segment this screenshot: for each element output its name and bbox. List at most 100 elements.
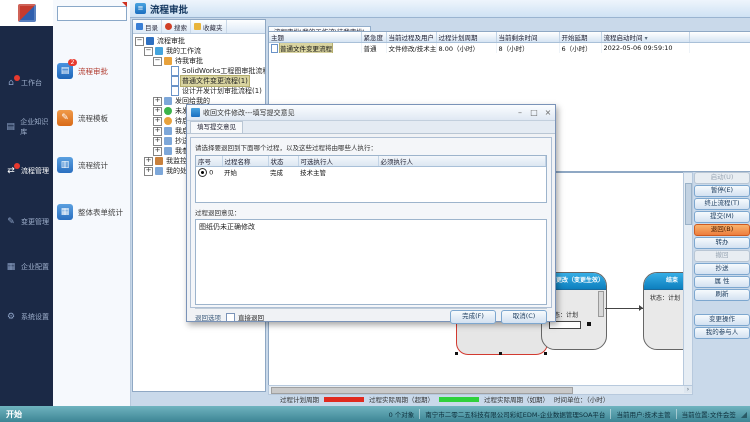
sidebar-item-process-management[interactable]: ⇄流程管理 (0, 154, 53, 188)
column-header-status[interactable]: 状态 (268, 156, 298, 167)
properties-button[interactable]: 属 性 (694, 276, 750, 288)
tree-item[interactable]: 设计开发计划审批流程(1) (133, 86, 265, 96)
dialog-instruction: 请选择要退回到下面哪个过程，以及这些过程将由哪些人执行： (195, 142, 547, 152)
document-icon (171, 66, 179, 76)
sidebar-item-knowledge-base[interactable]: ▤企业知识库 (0, 110, 53, 144)
tab-favorites[interactable]: 收藏夹 (191, 20, 227, 33)
sidebar-item-enterprise-config[interactable]: ▦企业配置 (0, 250, 53, 284)
book-icon: ▤ (5, 122, 16, 132)
dialog-title-bar[interactable]: 收回文件修改---填写提交意见 – □ × (187, 105, 555, 121)
selection-handle[interactable] (455, 352, 458, 355)
tree-item[interactable]: 流程审批 (133, 36, 265, 46)
sidebar-item-change-management[interactable]: ✎变更管理 (0, 205, 53, 239)
folder-icon (194, 23, 201, 30)
column-header-plan-period[interactable]: 过程计划周期 (436, 32, 496, 43)
diagram-vertical-scrollbar[interactable] (683, 172, 693, 387)
gear-icon: ⚙ (5, 312, 17, 322)
monitor-icon (155, 157, 163, 165)
submit-button[interactable]: 提交(M) (694, 211, 750, 223)
workflow-node-end[interactable]: 结束 状态：计划 (643, 272, 685, 350)
tab-submit-opinion[interactable]: 填写提交意见 (190, 121, 243, 133)
nav-item-process-approval[interactable]: ▤2 流程审批 (53, 56, 130, 86)
node-scrollbar[interactable] (598, 291, 604, 317)
expand-icon[interactable] (153, 127, 162, 136)
minimize-icon[interactable]: – (513, 108, 527, 117)
tab-catalog[interactable]: 目录 (133, 20, 162, 33)
selection-handle[interactable] (499, 352, 502, 355)
page-icon: ≡ (135, 3, 146, 14)
recall-button[interactable]: 撤回 (694, 250, 750, 262)
my-participants-button[interactable]: 我的参与人 (694, 327, 750, 339)
column-header-optional-executor[interactable]: 可选执行人 (298, 156, 378, 167)
close-icon[interactable]: × (541, 108, 555, 117)
sidebar-item-workbench[interactable]: ⌂工作台 (0, 66, 53, 100)
column-header-required-executor[interactable]: 必须执行人 (378, 156, 546, 167)
column-header-subject[interactable]: 主题 (269, 32, 361, 43)
tree-item-selected[interactable]: 普通文件变更流程(1) (133, 76, 265, 86)
return-button[interactable]: 退回(B) (694, 224, 750, 236)
column-header-no[interactable]: 序号 (196, 156, 222, 167)
workflow-actions-panel: 启动(U) 暂停(E) 终止流程(T) 提交(M) 退回(B) 转办 撤回 抄送… (694, 172, 750, 402)
pencil-icon: ✎ (5, 217, 17, 227)
collapse-icon[interactable] (153, 57, 162, 66)
node-marker (587, 322, 591, 326)
collapse-icon[interactable] (144, 47, 153, 56)
tab-search[interactable]: 搜索 (162, 20, 191, 33)
change-operation-button[interactable]: 变更操作 (694, 314, 750, 326)
required-executor (378, 167, 546, 178)
tree-item[interactable]: SolidWorks工程图审批流程(1) (133, 66, 265, 76)
transfer-button[interactable]: 转办 (694, 237, 750, 249)
finish-button[interactable]: 完成(F) (450, 310, 496, 324)
duration-legend: 过程计划周期 过程实际周期（超期） 过程实际周期（如期） 时间单位：（小时） (130, 392, 750, 406)
cc-button[interactable]: 抄送 (694, 263, 750, 275)
legend-plan-label: 过程计划周期 (280, 394, 319, 404)
expand-icon[interactable] (153, 117, 162, 126)
pause-button[interactable]: 暂停(E) (694, 185, 750, 197)
pin-icon[interactable] (122, 2, 127, 7)
worklist-row[interactable]: 普通文件变更流程 普通 文件修改/技术主管 8.00（小时） 8（小时） 6（小… (269, 43, 750, 54)
statistics-icon: ▥ (57, 157, 73, 173)
refresh-button[interactable]: 刷新 (694, 289, 750, 301)
nav-item-process-template[interactable]: ✎ 流程模板 (53, 103, 130, 133)
scrollbar-thumb[interactable] (685, 183, 692, 225)
notification-badge (14, 163, 20, 169)
column-header-process-name[interactable]: 过程名称 (222, 156, 268, 167)
start-menu-button[interactable]: 开始 (6, 409, 22, 420)
start-button[interactable]: 启动(U) (694, 172, 750, 184)
process-row[interactable]: 0 开始 完成 技术主管 (196, 167, 546, 178)
direct-return-checkbox[interactable] (226, 313, 235, 322)
cancel-button[interactable]: 取消(C) (501, 310, 547, 324)
sort-descending-icon: ▾ (645, 35, 648, 42)
expand-icon[interactable] (144, 167, 153, 176)
sidebar-item-system-settings[interactable]: ⚙系统设置 (0, 300, 53, 334)
selection-handle[interactable] (544, 352, 547, 355)
expand-icon[interactable] (153, 107, 162, 116)
column-header-start-time[interactable]: 流程启动时间 ▾ (601, 32, 689, 43)
collapse-icon[interactable] (135, 37, 144, 46)
column-header-current-process[interactable]: 当前过程及用户 (386, 32, 436, 43)
maximize-icon[interactable]: □ (527, 108, 541, 117)
column-header-start-delay[interactable]: 开始延期 (559, 32, 601, 43)
nav-item-form-statistics[interactable]: ▦ 整体表单统计 (53, 197, 130, 227)
process-name: 开始 (222, 167, 268, 178)
config-icon: ▦ (5, 262, 17, 272)
column-header-urgency[interactable]: 紧急度 (361, 32, 386, 43)
terminate-button[interactable]: 终止流程(T) (694, 198, 750, 210)
resize-grip-icon[interactable]: ◢ (741, 410, 747, 419)
row-start-time: 2022-05-06 09:59:10 (601, 43, 689, 54)
tree-item[interactable]: 我的工作流 (133, 46, 265, 56)
object-count: 0 个对象 (389, 409, 415, 419)
expand-icon[interactable] (144, 157, 153, 166)
column-header-remaining-time[interactable]: 当前剩余时间 (496, 32, 559, 43)
current-location: 当前位置:文件会签 (682, 409, 736, 419)
expand-icon[interactable] (153, 137, 162, 146)
optional-executor: 技术主管 (298, 167, 378, 178)
tree-item[interactable]: 待我审批 (133, 56, 265, 66)
search-input[interactable] (57, 6, 127, 21)
expand-icon[interactable] (153, 97, 162, 106)
return-opinion-textarea[interactable]: 图纸仍未正确修改 (195, 219, 547, 305)
expand-icon[interactable] (153, 147, 162, 156)
folder-icon (155, 167, 163, 175)
nav-item-process-statistics[interactable]: ▥ 流程统计 (53, 150, 130, 180)
radio-selected-icon[interactable] (198, 168, 207, 177)
